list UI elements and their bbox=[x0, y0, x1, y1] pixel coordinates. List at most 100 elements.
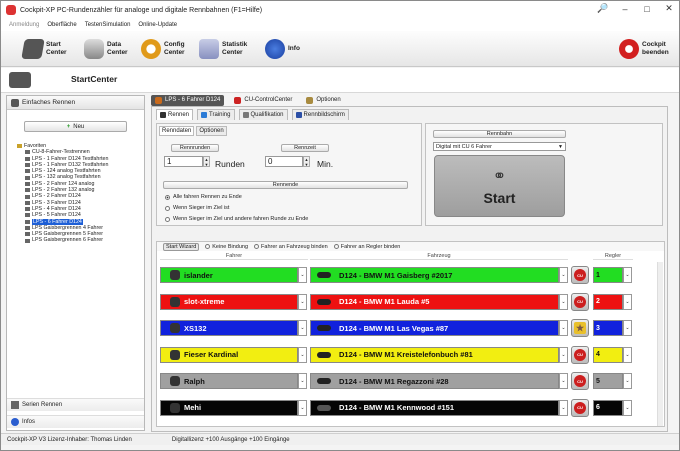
minimize-button[interactable]: – bbox=[619, 4, 631, 14]
tab-cu-controlcenter[interactable]: CU-ControlCenter bbox=[230, 95, 296, 106]
tree-item[interactable]: LPS Gaisbergrennen 6 Fahrer bbox=[17, 237, 145, 243]
regler-select[interactable]: 5 bbox=[593, 373, 623, 389]
car-select[interactable]: D124 - BMW M1 Kennwood #151 bbox=[310, 399, 559, 416]
tab-qualifikation[interactable]: Qualifikation bbox=[238, 109, 288, 120]
chevron-down-icon[interactable]: ⌄ bbox=[623, 346, 632, 363]
regler-select[interactable]: 3 bbox=[593, 320, 623, 336]
rennende-button[interactable]: Rennende bbox=[163, 181, 408, 189]
data-center-button[interactable]: Data Center bbox=[84, 34, 128, 64]
tab-rennbildschirm[interactable]: Rennbildschirm bbox=[291, 109, 349, 120]
menu-oberflaeche[interactable]: Oberfläche bbox=[47, 22, 76, 28]
close-button[interactable]: ✕ bbox=[663, 3, 675, 14]
start-wizard-button[interactable]: Start Wizard bbox=[163, 242, 200, 251]
grid-row: islander ⌄ D124 - BMW M1 Gaisberg #2017 ⌄ CU… bbox=[157, 265, 664, 285]
car-select[interactable]: D124 - BMW M1 Regazzoni #28 bbox=[310, 373, 559, 389]
chevron-down-icon[interactable]: ⌄ bbox=[298, 267, 307, 283]
zeit-spinner[interactable]: ▲ ▼ bbox=[303, 156, 310, 167]
column-fahrzeug: Fahrzeug bbox=[310, 253, 568, 260]
runden-input[interactable]: 1 bbox=[164, 156, 203, 167]
left-panel: Einfaches Rennen + Neu Favoriten CU-8-Fah… bbox=[6, 95, 145, 431]
grid-scrollbar[interactable] bbox=[657, 262, 663, 426]
race-flag-icon bbox=[25, 207, 30, 212]
cu-icon[interactable]: CU bbox=[571, 292, 589, 311]
driver-select[interactable]: XS132 bbox=[160, 320, 298, 336]
runden-spinner[interactable]: ▲ ▼ bbox=[203, 156, 210, 167]
chevron-down-icon[interactable]: ⌄ bbox=[623, 293, 632, 310]
chevron-down-icon[interactable]: ⌄ bbox=[623, 373, 632, 389]
rennbahn-button[interactable]: Rennbahn bbox=[433, 130, 566, 138]
chevron-down-icon[interactable]: ⌄ bbox=[623, 267, 632, 283]
cockpit-beenden-button[interactable]: Cockpit beenden bbox=[619, 34, 669, 64]
tab-rennen[interactable]: Rennen bbox=[156, 109, 194, 120]
einfaches-rennen-header[interactable]: Einfaches Rennen bbox=[7, 96, 144, 110]
statistik-center-button[interactable]: Statistik Center bbox=[199, 34, 247, 64]
car-select[interactable]: D124 - BMW M1 Kreistelefonbuch #81 bbox=[310, 346, 559, 363]
start-button[interactable]: ⚭ Start bbox=[434, 155, 565, 217]
menu-online-update[interactable]: Online-Update bbox=[138, 22, 177, 28]
rennrunden-button[interactable]: Rennrunden bbox=[171, 144, 219, 152]
tab-optionen-sub[interactable]: Optionen bbox=[196, 126, 227, 136]
regler-select[interactable]: 4 bbox=[593, 346, 623, 363]
info-button[interactable]: Info bbox=[265, 34, 300, 64]
cu-icon[interactable]: CU bbox=[571, 398, 589, 417]
driver-select[interactable]: slot-xtreme bbox=[160, 293, 298, 310]
chevron-down-icon[interactable]: ⌄ bbox=[298, 346, 307, 363]
start-center-button[interactable]: Start Center bbox=[21, 34, 67, 64]
menu-testen-simulation[interactable]: TestenSimulation bbox=[85, 22, 131, 28]
chevron-down-icon[interactable]: ⌄ bbox=[559, 267, 568, 283]
infos-item[interactable]: Infos bbox=[7, 415, 144, 428]
cu-icon[interactable]: CU bbox=[571, 266, 589, 284]
search-icon[interactable]: 🔎 bbox=[597, 3, 609, 14]
star-icon[interactable]: ★ bbox=[571, 319, 589, 337]
regler-select[interactable]: 1 bbox=[593, 267, 623, 283]
menu-anmeldung[interactable]: Anmeldung bbox=[9, 22, 39, 28]
chevron-down-icon[interactable]: ⌄ bbox=[298, 399, 307, 416]
rennzeit-button[interactable]: Rennzeit bbox=[281, 144, 329, 152]
license-details: Digitallizenz +100 Ausgänge +100 Eingäng… bbox=[171, 436, 290, 443]
chevron-down-icon[interactable]: ⌄ bbox=[559, 293, 568, 310]
chevron-down-icon[interactable]: ⌄ bbox=[623, 399, 632, 416]
race-flag-icon bbox=[25, 226, 30, 230]
chevron-down-icon[interactable]: ⌄ bbox=[623, 320, 632, 336]
regler-select[interactable]: 6 bbox=[593, 399, 623, 416]
bind-option-fahrzeug[interactable]: Fahrer an Fahrzeug binden bbox=[254, 244, 328, 250]
race-flag-icon bbox=[25, 200, 30, 205]
chevron-down-icon[interactable]: ⌄ bbox=[559, 399, 568, 416]
rennende-option-1[interactable]: Alle fahren Rennen zu Ende bbox=[165, 194, 242, 200]
serien-rennen-item[interactable]: Serien Rennen bbox=[7, 398, 144, 411]
maximize-button[interactable]: □ bbox=[641, 4, 653, 14]
regler-select[interactable]: 2 bbox=[593, 293, 623, 310]
race-tree: Favoriten CU-8-Fahrer-Testrennen LPS - 1 F… bbox=[17, 143, 145, 244]
info-icon bbox=[265, 39, 285, 59]
cu-icon[interactable]: CU bbox=[571, 345, 589, 364]
zeit-input[interactable]: 0 bbox=[265, 156, 303, 167]
config-center-button[interactable]: Config Center bbox=[141, 34, 185, 64]
tab-renndaten[interactable]: Renndaten bbox=[159, 126, 195, 136]
chevron-down-icon[interactable]: ⌄ bbox=[559, 373, 568, 389]
driver-select[interactable]: Fieser Kardinal bbox=[160, 346, 298, 363]
tab-lps-6-fahrer[interactable]: LPS - 6 Fahrer D124 bbox=[151, 94, 225, 106]
chevron-down-icon[interactable]: ⌄ bbox=[298, 373, 307, 389]
car-select[interactable]: D124 - BMW M1 Las Vegas #87 bbox=[310, 320, 559, 336]
tab-optionen[interactable]: Optionen bbox=[302, 95, 344, 106]
chevron-down-icon[interactable]: ⌄ bbox=[559, 346, 568, 363]
car-select[interactable]: D124 - BMW M1 Lauda #5 bbox=[310, 293, 559, 310]
driver-select[interactable]: islander bbox=[160, 267, 298, 283]
cu-icon[interactable]: CU bbox=[571, 372, 589, 390]
column-regler: Regler bbox=[593, 253, 633, 260]
rennbahn-select[interactable]: Digital mit CU 6 Fahrer ▼ bbox=[433, 142, 566, 151]
rennende-option-2[interactable]: Wenn Sieger im Ziel ist bbox=[165, 205, 229, 211]
grid-row: slot-xtreme ⌄ D124 - BMW M1 Lauda #5 ⌄ CU 2 ⌄ bbox=[157, 292, 664, 312]
chevron-down-icon[interactable]: ⌄ bbox=[298, 293, 307, 310]
tab-training[interactable]: Training bbox=[197, 109, 235, 120]
new-race-button[interactable]: + Neu bbox=[24, 121, 127, 132]
bind-option-keine[interactable]: Keine Bindung bbox=[205, 244, 248, 250]
grid-toolbar: Start Wizard Keine Bindung Fahrer an Fah… bbox=[157, 242, 664, 251]
driver-select[interactable]: Mehi bbox=[160, 399, 298, 416]
rennende-option-3[interactable]: Wenn Sieger im Ziel und andere fahren Ru… bbox=[165, 216, 308, 222]
bind-option-regler[interactable]: Fahrer an Regler binden bbox=[333, 244, 400, 250]
driver-select[interactable]: Ralph bbox=[160, 373, 298, 389]
chevron-down-icon[interactable]: ⌄ bbox=[559, 320, 568, 336]
chevron-down-icon[interactable]: ⌄ bbox=[298, 320, 307, 336]
car-select[interactable]: D124 - BMW M1 Gaisberg #2017 bbox=[310, 267, 559, 283]
